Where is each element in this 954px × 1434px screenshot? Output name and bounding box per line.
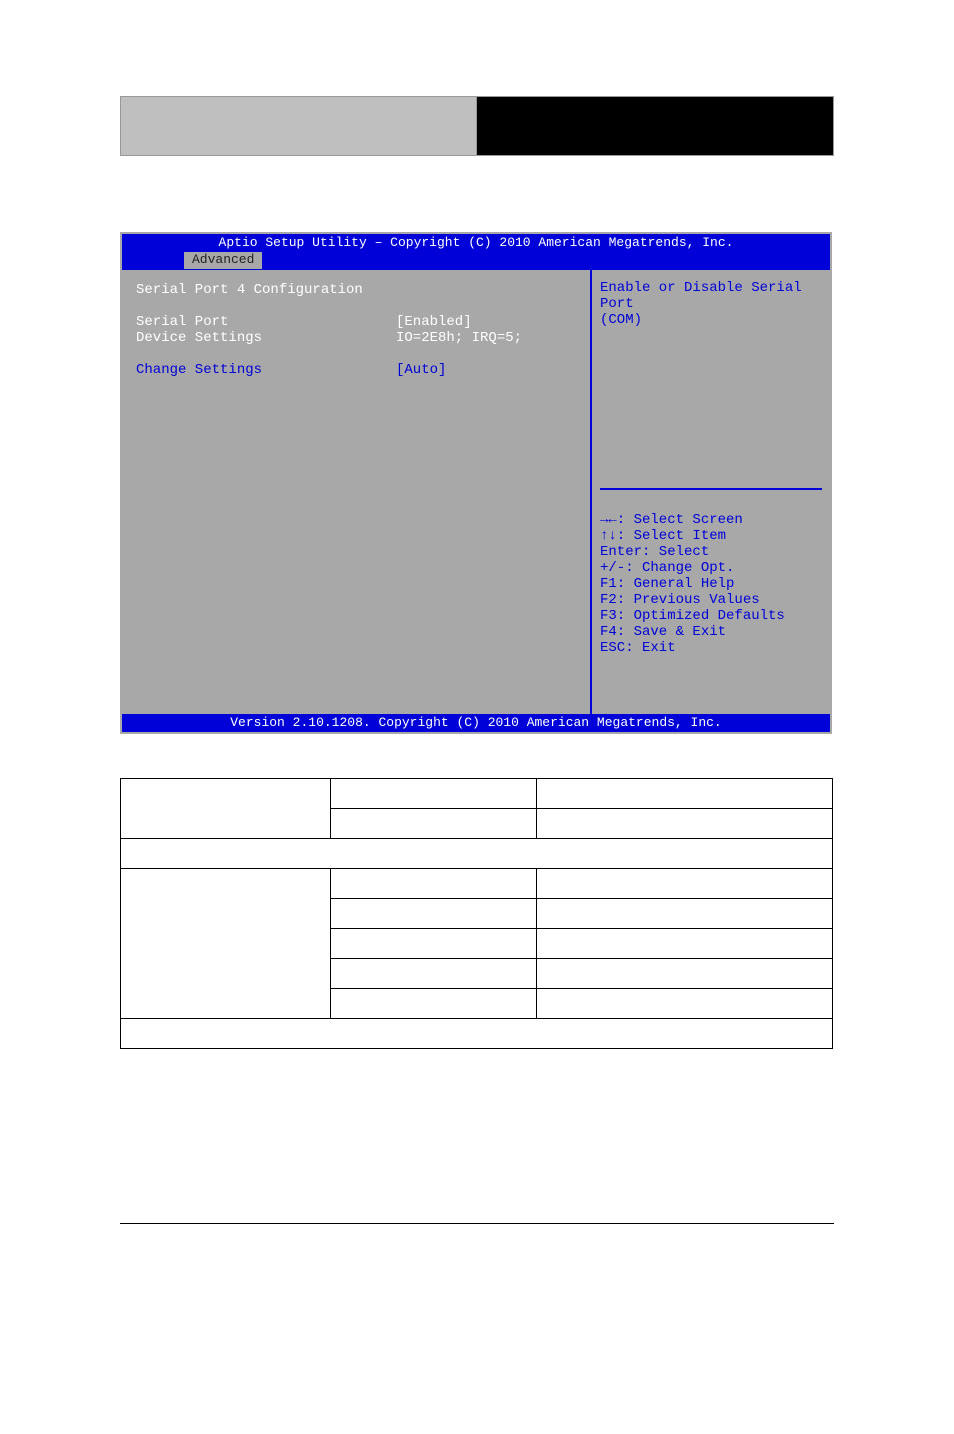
change-settings-label: Change Settings	[136, 362, 396, 378]
bios-body: Serial Port 4 Configuration Serial Port …	[122, 270, 830, 714]
nav-select-screen: →←: Select Screen	[600, 512, 822, 528]
serial-port-value: [Enabled]	[396, 314, 576, 330]
bios-help-panel: Enable or Disable Serial Port (COM) →←: …	[590, 270, 830, 714]
bios-footer: Version 2.10.1208. Copyright (C) 2010 Am…	[122, 714, 830, 732]
device-settings-label: Device Settings	[136, 330, 396, 346]
help-text-line2: (COM)	[600, 312, 822, 328]
table-row	[121, 1019, 833, 1049]
table-cell	[121, 869, 331, 1019]
table-cell	[121, 1019, 833, 1049]
table-cell	[537, 959, 833, 989]
nav-f3: F3: Optimized Defaults	[600, 608, 822, 624]
table-row	[121, 869, 833, 899]
setting-device-settings: Device Settings IO=2E8h; IRQ=5;	[136, 330, 590, 346]
nav-f2: F2: Previous Values	[600, 592, 822, 608]
table-cell	[537, 899, 833, 929]
nav-enter: Enter: Select	[600, 544, 822, 560]
table-row	[121, 839, 833, 869]
bios-settings-panel: Serial Port 4 Configuration Serial Port …	[122, 270, 590, 714]
table-cell	[537, 809, 833, 839]
bios-setup-screenshot: Aptio Setup Utility – Copyright (C) 2010…	[120, 232, 832, 734]
nav-change-opt: +/-: Change Opt.	[600, 560, 822, 576]
table-cell	[537, 929, 833, 959]
tab-advanced[interactable]: Advanced	[184, 252, 262, 269]
setting-change-settings[interactable]: Change Settings [Auto]	[136, 362, 590, 378]
table-cell	[331, 929, 537, 959]
nav-esc: ESC: Exit	[600, 640, 822, 656]
footer-rule	[120, 1223, 834, 1224]
table-cell	[331, 989, 537, 1019]
table-cell	[121, 839, 833, 869]
nav-select-item: ↑↓: Select Item	[600, 528, 822, 544]
options-table	[120, 778, 833, 1049]
header-right-block	[477, 97, 833, 155]
table-cell	[331, 959, 537, 989]
table-cell	[331, 779, 537, 809]
nav-f4: F4: Save & Exit	[600, 624, 822, 640]
help-text-line1: Enable or Disable Serial Port	[600, 280, 822, 312]
bios-title: Aptio Setup Utility – Copyright (C) 2010…	[122, 234, 830, 252]
table-cell	[537, 869, 833, 899]
device-settings-value: IO=2E8h; IRQ=5;	[396, 330, 576, 346]
setting-serial-port[interactable]: Serial Port [Enabled]	[136, 314, 590, 330]
change-settings-value: [Auto]	[396, 362, 576, 378]
table-cell	[331, 869, 537, 899]
bios-tab-bar: Advanced	[122, 252, 830, 270]
table-cell	[331, 809, 537, 839]
table-cell	[121, 779, 331, 839]
table-cell	[537, 779, 833, 809]
serial-port-label: Serial Port	[136, 314, 396, 330]
section-title: Serial Port 4 Configuration	[136, 282, 363, 298]
table-cell	[331, 899, 537, 929]
table-cell	[537, 989, 833, 1019]
header-left-block	[121, 97, 477, 155]
table-row	[121, 779, 833, 809]
page-header	[120, 96, 834, 156]
nav-f1: F1: General Help	[600, 576, 822, 592]
